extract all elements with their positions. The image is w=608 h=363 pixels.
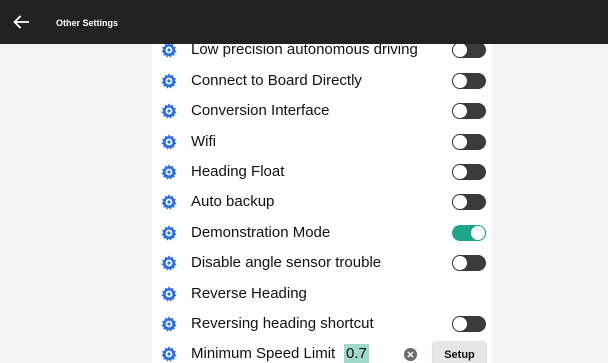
setting-label: Auto backup <box>191 193 275 210</box>
setting-row-heading-float: Heading Float <box>152 157 492 187</box>
clear-icon[interactable] <box>404 348 417 361</box>
toggle-knob <box>452 164 468 180</box>
minimum-speed-input[interactable]: 0.7 <box>344 344 369 363</box>
page-title: Other Settings <box>56 18 119 28</box>
setting-row-connect-to-board-directly: Connect to Board Directly <box>152 66 492 96</box>
demonstration-mode-toggle[interactable] <box>452 225 486 241</box>
setting-row-disable-angle-sensor-trouble: Disable angle sensor trouble <box>152 248 492 278</box>
setting-row-conversion-interface: Conversion Interface <box>152 96 492 126</box>
disable-angle-sensor-trouble-toggle[interactable] <box>452 255 486 271</box>
setting-row-reverse-heading[interactable]: Reverse Heading <box>152 279 492 309</box>
back-arrow-icon[interactable] <box>12 13 30 31</box>
wifi-toggle[interactable] <box>452 134 486 150</box>
auto-backup-toggle[interactable] <box>452 194 486 210</box>
toggle-knob <box>452 134 468 150</box>
toggle-knob <box>452 44 468 58</box>
heading-float-toggle[interactable] <box>452 164 486 180</box>
setting-label: Reversing heading shortcut <box>191 315 374 332</box>
setting-label: Low precision autonomous driving <box>191 44 418 58</box>
settings-list: Low precision autonomous driving Connect… <box>152 44 492 363</box>
setting-row-wifi: Wifi <box>152 127 492 157</box>
setting-label: Conversion Interface <box>191 102 330 119</box>
gear-icon <box>161 44 177 58</box>
toggle-knob <box>470 225 486 241</box>
gear-icon <box>161 73 177 89</box>
gear-icon <box>161 316 177 332</box>
setting-label: Heading Float <box>191 163 285 180</box>
setting-row-reversing-heading-shortcut: Reversing heading shortcut <box>152 309 492 339</box>
setting-label: Wifi <box>191 133 216 150</box>
setting-row-demonstration-mode: Demonstration Mode <box>152 218 492 248</box>
gear-icon <box>161 255 177 271</box>
low-precision-autonomous-driving-toggle[interactable] <box>452 44 486 58</box>
gear-icon <box>161 225 177 241</box>
toggle-knob <box>452 73 468 89</box>
gear-icon <box>161 134 177 150</box>
setting-label: Connect to Board Directly <box>191 72 362 89</box>
setting-row-auto-backup: Auto backup <box>152 187 492 217</box>
gear-icon <box>161 194 177 210</box>
toggle-knob <box>452 103 468 119</box>
gear-icon <box>161 286 177 302</box>
setup-button[interactable]: Setup <box>433 341 486 363</box>
setting-row-minimum-speed-limit: Minimum Speed Limit 0.7 Setup <box>152 339 492 363</box>
toggle-knob <box>452 316 468 332</box>
toggle-knob <box>452 255 468 271</box>
conversion-interface-toggle[interactable] <box>452 103 486 119</box>
connect-to-board-directly-toggle[interactable] <box>452 73 486 89</box>
toggle-knob <box>452 194 468 210</box>
reversing-heading-shortcut-toggle[interactable] <box>452 316 486 332</box>
gear-icon <box>161 164 177 180</box>
setting-label: Minimum Speed Limit <box>191 345 336 362</box>
gear-icon <box>161 346 177 362</box>
gear-icon <box>161 103 177 119</box>
setting-row-low-precision-autonomous-driving: Low precision autonomous driving <box>152 44 492 65</box>
top-app-bar: Other Settings <box>0 0 608 44</box>
setting-label: Demonstration Mode <box>191 224 331 241</box>
setting-label: Disable angle sensor trouble <box>191 254 382 271</box>
setting-label: Reverse Heading <box>191 285 307 302</box>
